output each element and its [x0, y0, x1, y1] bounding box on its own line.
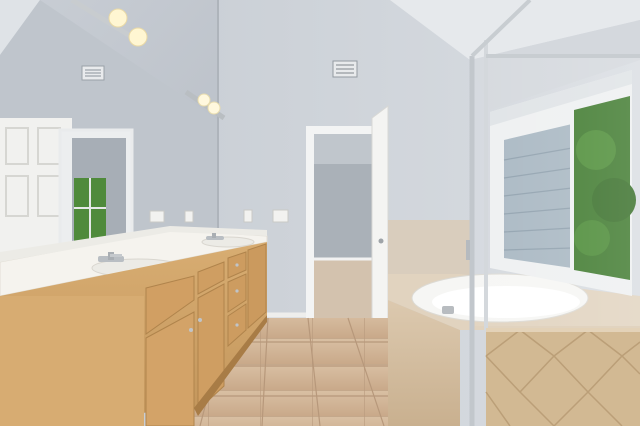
vanity-light-icon	[108, 8, 128, 28]
doorway-interior-ceiling	[314, 134, 374, 164]
cabinet-knob	[235, 323, 239, 327]
light-switch-icon	[149, 210, 165, 223]
cabinet-knob	[235, 263, 239, 267]
vanity-light-icon	[207, 101, 221, 115]
vanity-cabinet-side	[0, 296, 144, 426]
cabinet-knob	[189, 328, 193, 332]
shower-glass-panel	[470, 56, 640, 326]
shower-tile-wall	[486, 330, 640, 426]
door-knob	[378, 238, 384, 244]
tub-faucet	[442, 306, 454, 314]
doorway-interior-floor	[314, 260, 374, 318]
bathroom-scene	[0, 0, 640, 426]
cabinet-knob	[198, 318, 202, 322]
open-door	[371, 105, 389, 324]
light-switch-icon	[272, 209, 289, 223]
vanity-light-icon	[197, 93, 211, 107]
cabinet-knob	[235, 289, 239, 293]
light-switch-icon	[243, 209, 253, 223]
light-switch-icon	[184, 210, 194, 223]
shower-door-handle	[466, 240, 470, 260]
vanity-light-icon	[128, 27, 148, 47]
